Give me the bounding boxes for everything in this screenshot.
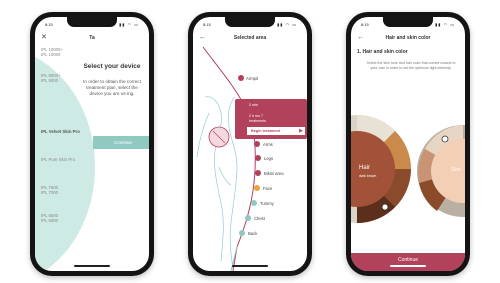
status-icons: ▮▮ ◠ ▭	[119, 22, 139, 27]
arrow-left-icon[interactable]: ←	[199, 31, 206, 45]
zone-label-face[interactable]: Face	[263, 186, 272, 191]
device-label: IPL 9000+ IPL 9000	[41, 73, 61, 83]
home-indicator	[390, 265, 426, 267]
device-label: IPL 7500 IPL 7000	[41, 185, 59, 195]
top-bar: ✕ Ta	[35, 31, 149, 45]
status-time: 8:15	[203, 22, 211, 27]
hair-wheel-handle[interactable]	[381, 203, 389, 211]
phone-selected-area: 8:15 ▮▮ ◠ ▭ ← Selected area Armpit 2 min…	[188, 12, 312, 276]
home-indicator	[232, 265, 268, 267]
phone-hair-skin-color: 8:15 ▮▮ ◠ ▭ ← Hair and skin color 1. Hai…	[346, 12, 470, 276]
zone-dot-bikini[interactable]	[255, 170, 261, 176]
status-icons: ▮▮ ◠ ▭	[435, 22, 455, 27]
zone-dot-chest[interactable]	[245, 215, 251, 221]
zone-label-back[interactable]: Back	[248, 231, 257, 236]
device-item[interactable]: IPL 9000+ IPL 9000	[41, 73, 61, 83]
skin-wheel-label: Skin	[451, 167, 461, 173]
device-label: IPL Velvet Skin Pro	[41, 129, 80, 134]
screen: 8:15 ▮▮ ◠ ▭ ← Hair and skin color 1. Hai…	[351, 17, 465, 271]
select-device-description: In order to obtain the correct treatment…	[83, 79, 141, 96]
continue-button[interactable]: Continue	[351, 253, 465, 271]
begin-treatment-button[interactable]: Begin treatment	[247, 127, 299, 135]
zone-dot-legs[interactable]	[255, 155, 261, 161]
zone-label-armpit[interactable]: Armpit	[246, 76, 258, 81]
continue-button[interactable]: Continue	[93, 136, 149, 149]
device-item-selected[interactable]: IPL Velvet Skin Pro	[41, 129, 80, 134]
page-title: Ta	[89, 35, 95, 41]
device-item[interactable]: IPL 7500 IPL 7000	[41, 185, 58, 195]
zone-popup: 2 min 2 h mo 7 treatments Begin treatmen…	[235, 99, 307, 139]
status-bar: 8:15 ▮▮ ◠ ▭	[361, 21, 455, 29]
home-indicator	[74, 265, 110, 267]
page-title: Hair and skin color	[385, 35, 431, 41]
device-label: IPL 6500 IPL 6000	[41, 213, 59, 223]
popup-treatments: 2 h mo 7 treatments	[249, 114, 266, 123]
device-item[interactable]: IPL Pure Skin Pro	[41, 157, 75, 162]
popup-duration: 2 min	[249, 103, 259, 107]
zone-dot-armpit[interactable]	[238, 75, 244, 81]
select-device-heading: Select your device	[83, 63, 141, 70]
phone-device-selection: 8:15 ▮▮ ◠ ▭ ✕ Ta IPL 10000+ IPL 10000 IP…	[30, 12, 154, 276]
device-label: IPL 10000+ IPL 10000	[41, 47, 63, 57]
zone-dot-tummy[interactable]	[251, 200, 257, 206]
zone-label-legs[interactable]: Legs	[264, 156, 273, 161]
arrow-left-icon[interactable]: ←	[357, 31, 364, 45]
status-bar: 8:15 ▮▮ ◠ ▭	[203, 21, 297, 29]
zone-dot-back[interactable]	[239, 230, 245, 236]
device-label: IPL Pure Skin Pro	[41, 157, 75, 162]
color-wheels: Hair dark brown Skin	[351, 115, 465, 223]
zone-label-tummy[interactable]: Tummy	[260, 201, 274, 206]
top-bar: ← Hair and skin color	[351, 31, 465, 45]
screen: 8:15 ▮▮ ◠ ▭ ← Selected area Armpit 2 min…	[193, 17, 307, 271]
close-icon[interactable]: ✕	[41, 31, 47, 45]
page-title: Selected area	[233, 35, 267, 41]
zone-dot-face[interactable]	[254, 185, 260, 191]
top-bar: ← Selected area	[193, 31, 307, 45]
status-time: 8:15	[45, 22, 53, 27]
section-description: Select the skin tone and hair color that…	[366, 61, 456, 70]
zone-label-bikini[interactable]: Bikini area	[264, 171, 284, 176]
hair-wheel-sublabel: dark brown	[359, 174, 376, 178]
skin-wheel-handle[interactable]	[441, 135, 449, 143]
zone-label-chest[interactable]: Chest	[254, 216, 265, 221]
section-subtitle: 1. Hair and skin color	[357, 49, 408, 55]
status-time: 8:15	[361, 22, 369, 27]
status-icons: ▮▮ ◠ ▭	[277, 22, 297, 27]
screen: 8:15 ▮▮ ◠ ▭ ✕ Ta IPL 10000+ IPL 10000 IP…	[35, 17, 149, 271]
play-icon[interactable]: ▶	[297, 127, 305, 135]
device-item[interactable]: IPL 6500 IPL 6000	[41, 213, 58, 223]
zone-label-arms[interactable]: Arms	[263, 142, 273, 147]
hair-wheel-label: Hair	[359, 165, 370, 171]
device-item[interactable]: IPL 10000+ IPL 10000	[41, 47, 63, 57]
zone-dot-arms[interactable]	[254, 141, 260, 147]
status-bar: 8:15 ▮▮ ◠ ▭	[45, 21, 139, 29]
